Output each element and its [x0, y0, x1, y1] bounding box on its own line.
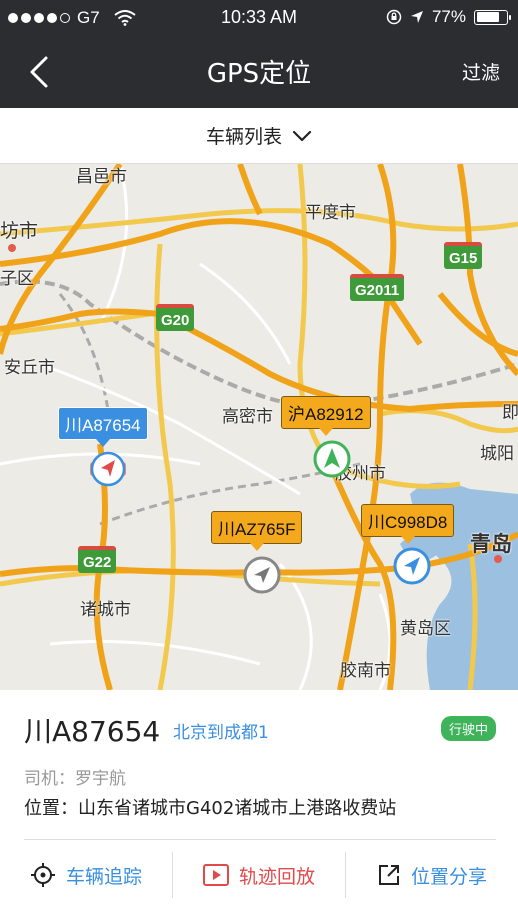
city-label: 青岛	[470, 532, 512, 556]
battery-icon	[474, 9, 511, 25]
status-badge: 行驶中	[440, 716, 496, 741]
vehicle-list-label: 车辆列表	[205, 126, 282, 148]
page-title: GPS定位	[206, 59, 312, 89]
vehicle-marker-icon[interactable]	[393, 547, 431, 585]
city-label: 平度市	[305, 203, 356, 223]
filter-button[interactable]: 过滤	[462, 58, 500, 85]
vehicle-info-panel: 川A87654 北京到成都1 行驶中 司机：罗宇航 位置：山东省诸城市G402诸…	[0, 690, 518, 920]
city-label: 昌邑市	[76, 167, 127, 187]
vehicle-list-selector[interactable]: 车辆列表	[0, 108, 518, 164]
city-label: 胶南市	[340, 661, 391, 681]
route-link[interactable]: 北京到成都1	[173, 718, 269, 743]
share-icon	[378, 865, 399, 885]
rotation-lock-icon	[386, 9, 402, 25]
highway-shield: G22	[78, 546, 117, 573]
track-replay-button[interactable]: 轨迹回放	[172, 852, 345, 898]
share-location-button[interactable]: 位置分享	[345, 852, 518, 898]
city-label: 子区	[0, 269, 34, 289]
city-label: 诸城市	[80, 600, 131, 620]
vehicle-marker-icon[interactable]	[89, 450, 127, 488]
highway-shield: G15	[444, 242, 483, 269]
vehicle-marker-icon[interactable]	[313, 440, 351, 478]
chevron-down-icon	[292, 130, 312, 141]
share-location-label: 位置分享	[410, 865, 487, 888]
highway-shield: G20	[156, 304, 195, 331]
battery-percent: 77%	[431, 7, 466, 26]
map-view[interactable]: 昌邑市 坊市 子区 平度市 安丘市 高密市 胶州市 即 城阳 青岛 诸城市 黄岛…	[0, 164, 518, 690]
divider	[24, 839, 496, 840]
location-label: 位置：山东省诸城市G402诸城市上港路收费站	[24, 798, 397, 819]
city-label: 黄岛区	[400, 619, 451, 639]
highway-shield: G2011	[350, 274, 405, 301]
city-label: 安丘市	[4, 358, 55, 378]
track-vehicle-label: 车辆追踪	[65, 865, 142, 888]
vehicle-plate: 川A87654	[24, 715, 161, 748]
status-right: 77%	[386, 7, 511, 27]
crosshair-icon	[30, 863, 55, 887]
navigation-bar: GPS定位 过滤	[0, 36, 518, 108]
vehicle-tag[interactable]: 川AZ765F	[211, 511, 303, 551]
vehicle-tag[interactable]: 沪A82912	[281, 396, 371, 436]
vehicle-marker-icon[interactable]	[243, 556, 281, 594]
play-icon	[202, 864, 229, 886]
status-bar: G7 10:33 AM 77%	[0, 0, 518, 36]
vehicle-tag[interactable]: 川A87654	[58, 407, 148, 447]
location-arrow-icon	[410, 11, 423, 23]
city-label: 高密市	[222, 407, 273, 427]
action-bar: 车辆追踪 轨迹回放 位置分享	[0, 852, 518, 898]
city-label: 城阳	[480, 444, 514, 464]
track-vehicle-button[interactable]: 车辆追踪	[0, 852, 172, 898]
vehicle-tag[interactable]: 川C998D8	[361, 504, 455, 544]
track-replay-label: 轨迹回放	[238, 865, 315, 888]
city-label: 即	[502, 403, 518, 423]
driver-label: 司机：罗宇航	[24, 769, 126, 789]
city-label: 坊市	[0, 220, 39, 242]
